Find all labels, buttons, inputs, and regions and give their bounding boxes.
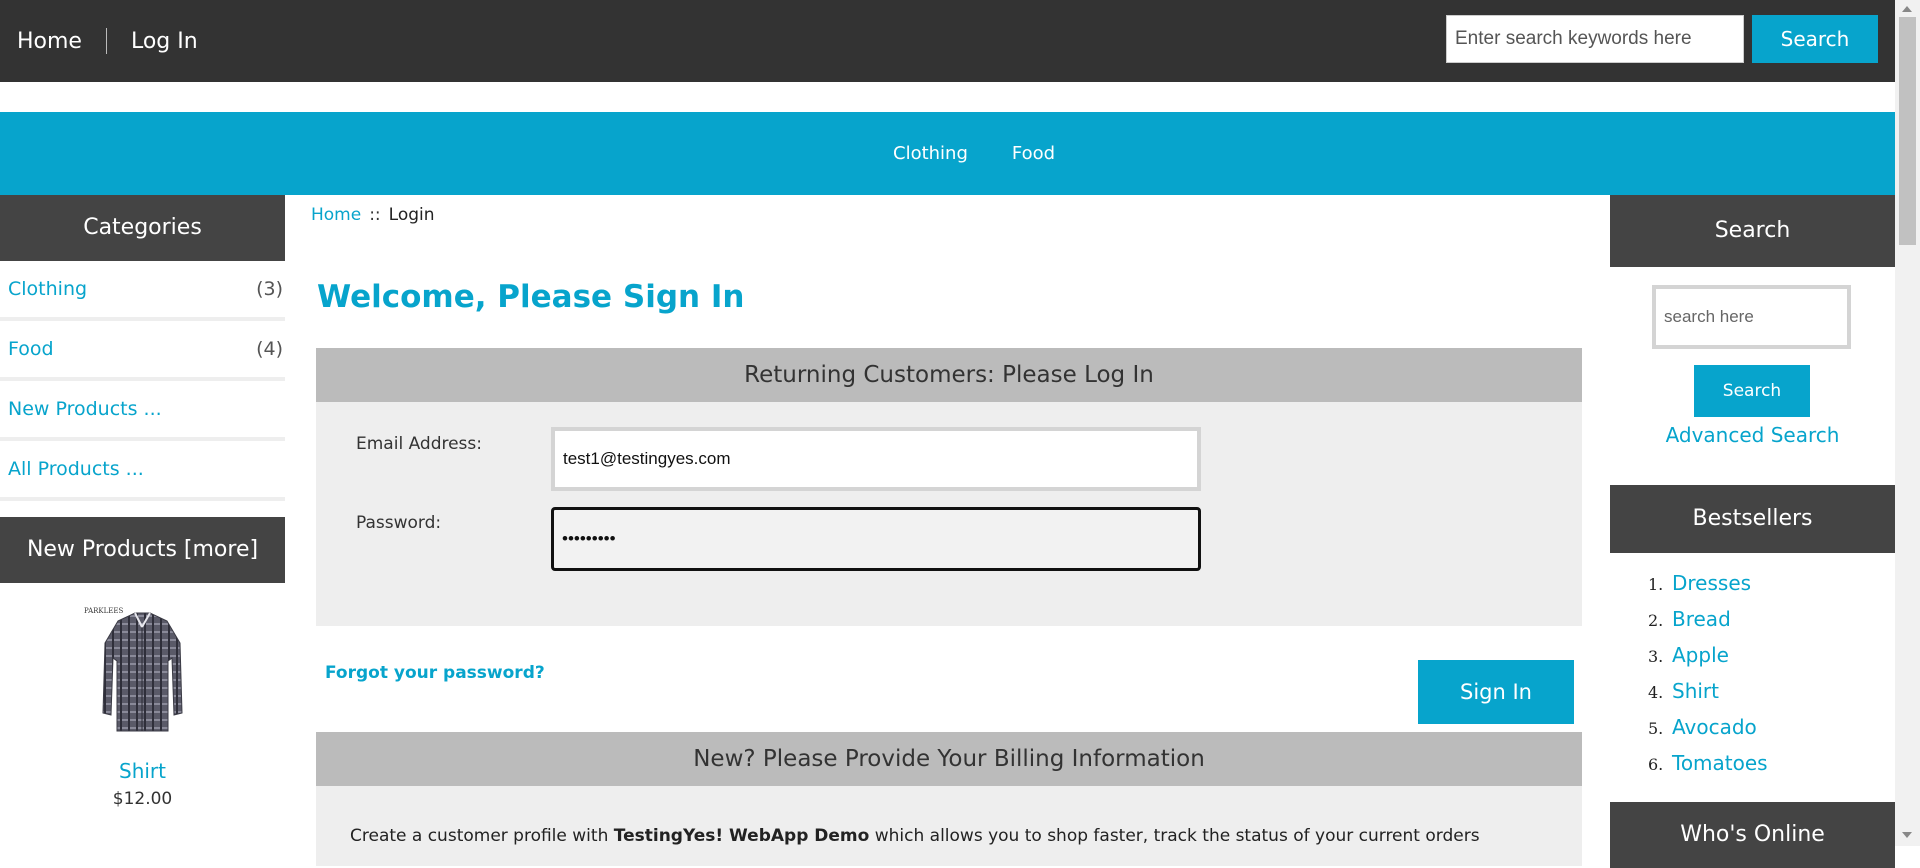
password-label: Password: (356, 513, 442, 533)
category-bar-food[interactable]: Food (1012, 143, 1055, 164)
bestseller-link[interactable]: Tomatoes (1672, 751, 1768, 775)
bestseller-link[interactable]: Dresses (1672, 571, 1751, 595)
breadcrumb-current: Login (388, 205, 435, 225)
new-customer-text: Create a customer profile with TestingYe… (350, 826, 1480, 846)
category-count: (3) (256, 278, 283, 300)
page-title: Welcome, Please Sign In (317, 279, 745, 315)
whos-online-heading: Who's Online (1610, 802, 1895, 868)
sign-in-button[interactable]: Sign In (1418, 660, 1574, 724)
password-field[interactable] (551, 507, 1201, 571)
category-label[interactable]: All Products ... (8, 441, 144, 497)
category-label[interactable]: New Products ... (8, 381, 162, 437)
breadcrumb: Home:: Login (311, 205, 435, 225)
top-nav: Home Log In (17, 28, 198, 54)
category-item-all-products[interactable]: All Products ... (0, 441, 285, 501)
returning-customers-heading: Returning Customers: Please Log In (316, 348, 1582, 402)
categories-heading: Categories (0, 195, 285, 261)
scroll-up-arrow-icon[interactable] (1902, 6, 1912, 12)
list-item: 5. Avocado (1648, 715, 1757, 739)
list-item: 4. Shirt (1648, 679, 1719, 703)
login-form: Email Address: Password: (316, 402, 1582, 626)
shirt-icon[interactable] (0, 583, 285, 753)
top-search-button[interactable]: Search (1752, 15, 1878, 63)
forgot-password-link[interactable]: Forgot your password? (325, 663, 545, 683)
right-sidebar: Search Search Advanced Search Bestseller… (1610, 195, 1895, 868)
category-item-new-products[interactable]: New Products ... (0, 381, 285, 441)
category-item-food[interactable]: Food (4) (0, 321, 285, 381)
nav-home-link[interactable]: Home (17, 29, 82, 54)
list-item: 6. Tomatoes (1648, 751, 1768, 775)
bestsellers-heading: Bestsellers (1610, 485, 1895, 553)
breadcrumb-separator: :: (369, 205, 381, 225)
new-customer-section: Create a customer profile with TestingYe… (316, 786, 1582, 866)
category-bar: Clothing Food (0, 112, 1895, 195)
bestseller-link[interactable]: Avocado (1672, 715, 1757, 739)
category-item-clothing[interactable]: Clothing (3) (0, 261, 285, 321)
list-item: 3. Apple (1648, 643, 1729, 667)
bestseller-link[interactable]: Shirt (1672, 679, 1719, 703)
new-product-price: $12.00 (112, 789, 173, 809)
category-label[interactable]: Food (8, 321, 54, 377)
sidebar-search-input[interactable] (1652, 285, 1851, 349)
breadcrumb-home-link[interactable]: Home (311, 205, 361, 225)
category-count: (4) (256, 338, 283, 360)
scroll-down-arrow-icon[interactable] (1902, 832, 1912, 838)
bestseller-link[interactable]: Apple (1672, 643, 1729, 667)
new-product-name[interactable]: Shirt (0, 759, 285, 783)
top-header: Home Log In Search (0, 0, 1895, 82)
email-field[interactable] (551, 427, 1201, 491)
store-name: TestingYes! WebApp Demo (613, 826, 870, 846)
list-item: 1. Dresses (1648, 571, 1752, 595)
sidebar-search-button[interactable]: Search (1694, 365, 1810, 417)
category-label[interactable]: Clothing (8, 261, 87, 317)
advanced-search-link[interactable]: Advanced Search (1610, 423, 1895, 447)
page-scrollbar[interactable] (1895, 0, 1920, 846)
nav-divider (105, 28, 107, 54)
bestseller-link[interactable]: Bread (1672, 607, 1731, 631)
new-customer-heading: New? Please Provide Your Billing Informa… (316, 732, 1582, 786)
top-search-input[interactable] (1446, 15, 1744, 63)
new-product-image[interactable]: PARKLEES (0, 583, 285, 753)
nav-login-link[interactable]: Log In (131, 29, 198, 54)
new-products-heading[interactable]: New Products [more] (0, 517, 285, 583)
left-sidebar: Categories Clothing (3) Food (4) New Pro… (0, 195, 285, 809)
bestsellers-list: 1. Dresses 2. Bread 3. Apple 4. Shirt 5. Avoc… (1648, 571, 1768, 787)
email-label: Email Address: (356, 434, 482, 454)
category-bar-clothing[interactable]: Clothing (893, 143, 968, 164)
scrollbar-thumb[interactable] (1899, 17, 1916, 245)
list-item: 2. Bread (1648, 607, 1731, 631)
sidebar-search-heading: Search (1610, 195, 1895, 267)
